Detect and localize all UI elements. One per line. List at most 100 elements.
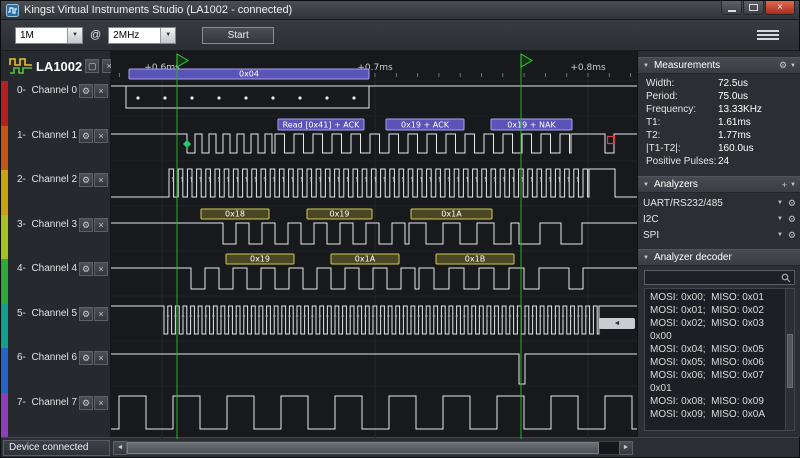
close-icon[interactable]: ×: [94, 84, 108, 98]
analyzers-header[interactable]: ▼ Analyzers + ▼: [638, 176, 800, 193]
device-header: LA1002 ▢ ×: [1, 51, 110, 81]
channel-label[interactable]: 3- Channel 3: [17, 218, 78, 230]
scrollbar-thumb[interactable]: [127, 442, 599, 454]
decoder-header[interactable]: ▼ Analyzer decoder: [638, 249, 800, 266]
menu-icon[interactable]: [757, 27, 779, 43]
decoder-item[interactable]: MOSI: 0x04; MISO: 0x05: [650, 343, 782, 356]
svg-text:↑: ↑: [299, 176, 305, 184]
gear-icon[interactable]: ⚙: [788, 214, 796, 225]
decoder-item[interactable]: 0x00: [650, 330, 782, 343]
decoder-item[interactable]: MOSI: 0x02; MISO: 0x03: [650, 317, 782, 330]
channel-label[interactable]: 1- Channel 1: [17, 129, 78, 141]
search-input[interactable]: [648, 272, 781, 283]
measurement-label: Frequency:: [646, 104, 696, 115]
filter-icon[interactable]: ▼: [777, 200, 783, 206]
close-icon[interactable]: ×: [94, 307, 108, 321]
scroll-left-button[interactable]: ◄: [113, 441, 127, 455]
svg-text:↑: ↑: [492, 314, 498, 322]
decoder-item[interactable]: MOSI: 0x01; MISO: 0x02: [650, 304, 782, 317]
svg-text:↑: ↑: [437, 176, 443, 184]
close-icon[interactable]: ×: [94, 262, 108, 276]
svg-text:↑: ↑: [317, 176, 323, 184]
svg-text:↑: ↑: [556, 176, 562, 184]
gear-icon[interactable]: ⚙: [79, 351, 93, 365]
maximize-button[interactable]: [743, 1, 764, 15]
channel-row: 7- Channel 7 ⚙ ×: [1, 393, 110, 438]
scroll-right-button[interactable]: ►: [619, 441, 633, 455]
svg-text:↑: ↑: [170, 176, 176, 184]
gear-icon[interactable]: ⚙: [79, 262, 93, 276]
gear-icon[interactable]: ⚙: [788, 230, 796, 241]
section-title: Analyzers: [654, 179, 777, 190]
minimize-button[interactable]: [721, 1, 742, 15]
decoder-item[interactable]: MOSI: 0x06; MISO: 0x07: [650, 369, 782, 382]
svg-text:↑: ↑: [431, 314, 437, 322]
measurement-value: 160.0us: [718, 143, 754, 154]
channel-label[interactable]: 7- Channel 7: [17, 396, 78, 408]
close-icon[interactable]: ×: [94, 351, 108, 365]
decoder-item[interactable]: MOSI: 0x08; MISO: 0x09: [650, 395, 782, 408]
scrollbar-track[interactable]: [127, 441, 619, 455]
analyzer-item[interactable]: UART/RS232/485 ▼ ⚙: [638, 195, 800, 211]
scrollbar[interactable]: [785, 289, 794, 430]
gear-icon[interactable]: ⚙: [788, 198, 796, 209]
channel-row: 0- Channel 0 ⚙ ×: [1, 81, 110, 126]
svg-text:↑: ↑: [530, 314, 536, 322]
gear-icon[interactable]: ⚙: [79, 129, 93, 143]
panel-collapse-handle[interactable]: ◄: [599, 318, 635, 329]
gear-icon[interactable]: ⚙: [779, 60, 787, 71]
svg-text:↑: ↑: [249, 314, 255, 322]
channel-label[interactable]: 2- Channel 2: [17, 173, 78, 185]
decoder-item[interactable]: MOSI: 0x05; MISO: 0x06: [650, 356, 782, 369]
close-icon[interactable]: ×: [94, 396, 108, 410]
decoder-item[interactable]: MOSI: 0x00; MISO: 0x01: [650, 291, 782, 304]
svg-text:↑: ↑: [332, 314, 338, 322]
close-icon[interactable]: ×: [94, 173, 108, 187]
svg-text:↑: ↑: [195, 314, 201, 322]
svg-text:↑: ↑: [294, 314, 300, 322]
channel-color-strip: [1, 215, 8, 260]
gear-icon[interactable]: ⚙: [79, 173, 93, 187]
filter-icon[interactable]: ▼: [777, 232, 783, 238]
channel-label[interactable]: 6- Channel 6: [17, 351, 78, 363]
gear-icon[interactable]: ⚙: [79, 84, 93, 98]
svg-text:0x19: 0x19: [329, 210, 349, 219]
channel-label[interactable]: 5- Channel 5: [17, 307, 78, 319]
collapse-icon: ▼: [643, 182, 649, 188]
close-icon[interactable]: ×: [94, 129, 108, 143]
gear-icon[interactable]: ⚙: [79, 218, 93, 232]
svg-text:↑: ↑: [271, 314, 277, 322]
svg-text:↑: ↑: [484, 314, 490, 322]
close-icon[interactable]: ×: [94, 218, 108, 232]
gear-icon[interactable]: ⚙: [79, 307, 93, 321]
svg-text:↑: ↑: [207, 176, 213, 184]
scrollbar-thumb[interactable]: [787, 334, 793, 388]
channel-label[interactable]: 4- Channel 4: [17, 262, 78, 274]
app-icon: [6, 4, 19, 17]
view-button[interactable]: ▢: [85, 59, 99, 73]
collapse-icon: ▼: [643, 255, 649, 261]
svg-text:↑: ↑: [279, 314, 285, 322]
filter-icon[interactable]: ▼: [777, 216, 783, 222]
analyzer-item[interactable]: SPI ▼ ⚙: [638, 227, 800, 243]
add-analyzer-icon[interactable]: +: [782, 180, 787, 190]
decoder-search: [644, 270, 795, 285]
svg-text:↑: ↑: [280, 176, 286, 184]
channel-label[interactable]: 0- Channel 0: [17, 84, 78, 96]
app-window: Kingst Virtual Instruments Studio (LA100…: [0, 0, 800, 458]
close-button[interactable]: ×: [765, 1, 795, 15]
collapse-icon: ▼: [643, 63, 649, 69]
start-button[interactable]: Start: [202, 27, 274, 44]
chevron-down-icon: ▼: [160, 28, 175, 43]
svg-text:↑: ↑: [409, 176, 415, 184]
minimize-icon: [728, 10, 736, 12]
measurements-header[interactable]: ▼ Measurements ⚙ ▼: [638, 57, 800, 74]
decoder-item[interactable]: 0x01: [650, 382, 782, 395]
gear-icon[interactable]: ⚙: [79, 396, 93, 410]
analyzer-item[interactable]: I2C ▼ ⚙: [638, 211, 800, 227]
waveform-canvas[interactable]: +0.6ms+0.7ms+0.8ms↑↑↑↑↑↑↑↑↑↑↑↑↑↑↑↑↑↑↑↑↑↑…: [111, 51, 637, 439]
sample-count-select[interactable]: 1M ▼: [15, 27, 83, 44]
svg-text:↑: ↑: [522, 314, 528, 322]
decoder-item[interactable]: MOSI: 0x09; MISO: 0x0A: [650, 408, 782, 421]
sample-rate-select[interactable]: 2MHz ▼: [108, 27, 176, 44]
